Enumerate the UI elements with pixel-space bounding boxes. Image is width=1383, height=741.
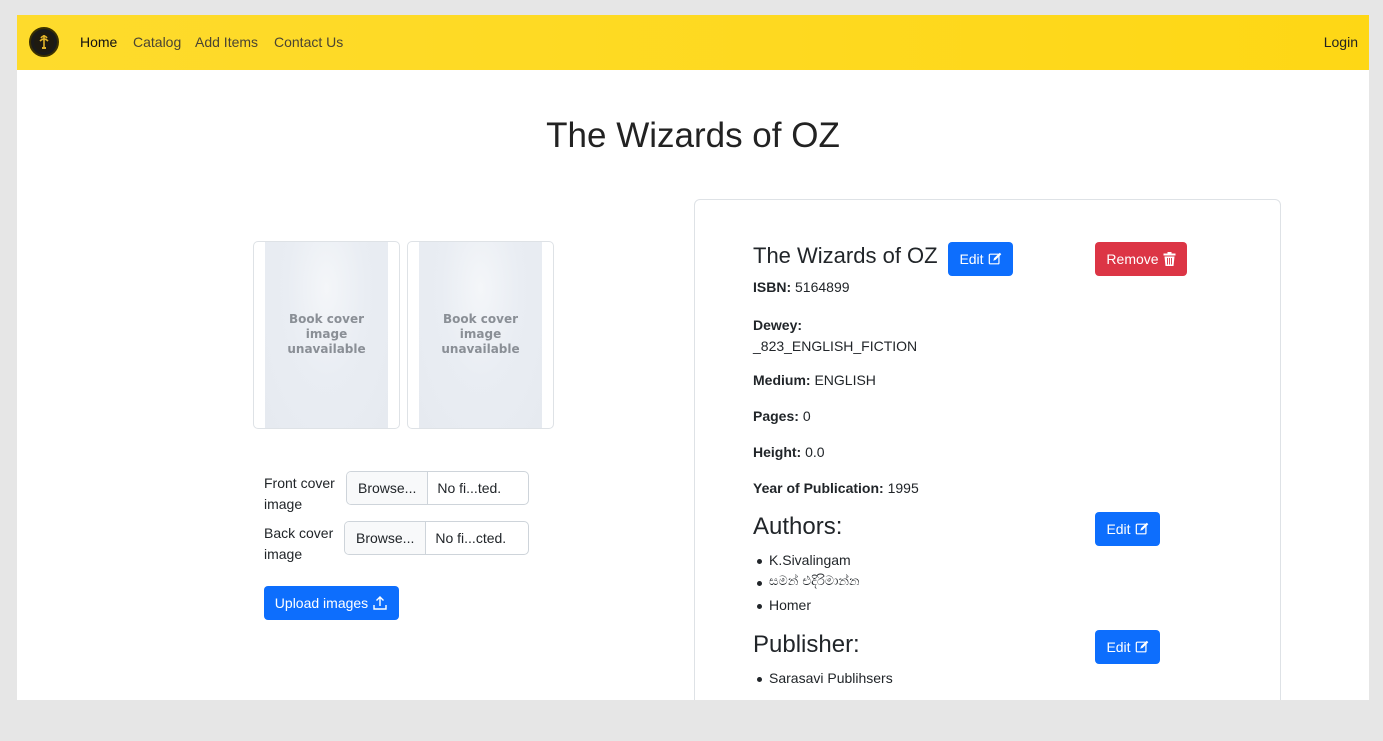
navbar: Home Catalog Add Items Contact Us Login bbox=[17, 15, 1369, 70]
remove-book-label: Remove bbox=[1106, 251, 1159, 267]
author-item: K.Sivalingam bbox=[757, 552, 851, 568]
back-cover-placeholder: Book cover image unavailable bbox=[419, 242, 542, 428]
back-cover-file-name: No fi...cted. bbox=[435, 530, 507, 546]
back-cover-file-input[interactable]: Browse... No fi...cted. bbox=[344, 521, 529, 555]
front-cover-placeholder: Book cover image unavailable bbox=[265, 242, 388, 428]
publisher-heading: Publisher: bbox=[753, 631, 860, 658]
back-cover-image: Book cover image unavailable bbox=[407, 241, 554, 429]
back-cover-placeholder-text: Book cover image unavailable bbox=[441, 312, 520, 356]
edit-icon bbox=[1135, 522, 1149, 536]
browser-viewport: Home Catalog Add Items Contact Us Login … bbox=[17, 15, 1369, 700]
edit-publisher-label: Edit bbox=[1106, 639, 1131, 655]
front-cover-label: Front cover image bbox=[264, 475, 335, 512]
isbn-value: 5164899 bbox=[795, 279, 850, 295]
isbn-label: ISBN: bbox=[753, 279, 792, 295]
height-row: Height: 0.0 bbox=[753, 444, 825, 460]
nav-contact-us[interactable]: Contact Us bbox=[274, 34, 343, 50]
page-title: The Wizards of OZ bbox=[546, 116, 840, 155]
medium-label: Medium: bbox=[753, 372, 811, 388]
author-item: Homer bbox=[756, 597, 812, 613]
pages-value: 0 bbox=[802, 408, 811, 424]
library-logo-icon[interactable] bbox=[29, 27, 59, 57]
upload-images-label: Upload images bbox=[274, 595, 369, 611]
pages-label: Pages: bbox=[753, 408, 799, 424]
back-cover-label: Back cover image bbox=[264, 525, 334, 562]
author-item: සමන් එදිරිමාන්න bbox=[757, 574, 860, 589]
front-cover-file-name: No fi...ted. bbox=[437, 480, 502, 496]
medium-row: Medium: ENGLISH bbox=[753, 372, 876, 388]
edit-book-label: Edit bbox=[959, 251, 984, 267]
nav-login[interactable]: Login bbox=[1324, 34, 1358, 50]
edit-book-button[interactable]: Edit bbox=[948, 242, 1013, 276]
dewey-label: Dewey: bbox=[753, 317, 803, 333]
dewey-row: Dewey: _823_ENGLISH_FICTION bbox=[753, 315, 917, 357]
edit-authors-button[interactable]: Edit bbox=[1095, 512, 1160, 546]
pages-row: Pages: 0 bbox=[753, 408, 811, 424]
nav-catalog[interactable]: Catalog bbox=[133, 34, 181, 50]
front-cover-browse-button[interactable]: Browse... bbox=[347, 472, 429, 504]
upload-images-button[interactable]: Upload images bbox=[264, 586, 399, 620]
nav-add-items[interactable]: Add Items bbox=[195, 34, 258, 50]
book-title: The Wizards of OZ bbox=[753, 243, 938, 268]
medium-value: ENGLISH bbox=[814, 372, 876, 388]
height-value: 0.0 bbox=[805, 444, 825, 460]
year-value: 1995 bbox=[887, 480, 919, 496]
remove-book-button[interactable]: Remove bbox=[1095, 242, 1187, 276]
front-cover-placeholder-text: Book cover image unavailable bbox=[287, 312, 366, 356]
isbn-row: ISBN: 5164899 bbox=[753, 279, 850, 295]
year-row: Year of Publication: 1995 bbox=[753, 480, 919, 496]
trash-icon bbox=[1163, 252, 1176, 266]
edit-publisher-button[interactable]: Edit bbox=[1095, 630, 1160, 664]
nav-home[interactable]: Home bbox=[80, 34, 117, 50]
back-cover-browse-button[interactable]: Browse... bbox=[345, 522, 427, 554]
dewey-value: _823_ENGLISH_FICTION bbox=[753, 338, 918, 354]
edit-authors-label: Edit bbox=[1106, 521, 1131, 537]
height-label: Height: bbox=[753, 444, 802, 460]
front-cover-file-input[interactable]: Browse... No fi...ted. bbox=[346, 471, 529, 505]
publisher-item: Sarasavi Publihsers bbox=[757, 670, 893, 686]
authors-heading: Authors: bbox=[753, 513, 843, 540]
year-label: Year of Publication: bbox=[753, 480, 884, 496]
front-cover-image: Book cover image unavailable bbox=[253, 241, 400, 429]
edit-icon bbox=[988, 252, 1002, 266]
upload-icon bbox=[372, 595, 388, 611]
edit-icon bbox=[1135, 640, 1149, 654]
